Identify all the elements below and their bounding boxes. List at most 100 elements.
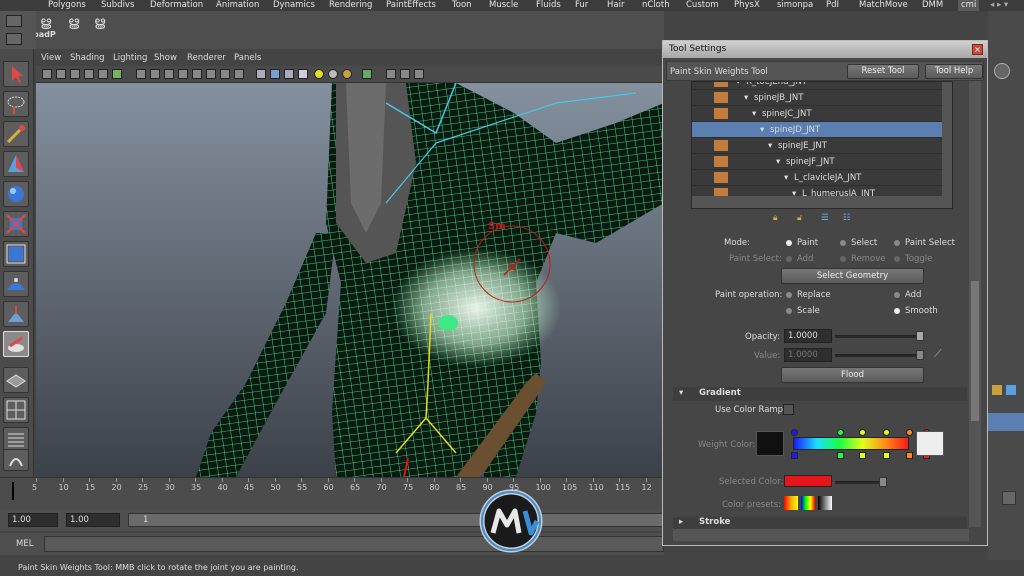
wireframe-icon[interactable] xyxy=(136,69,146,79)
soft-modification-icon[interactable] xyxy=(3,271,29,297)
shelf-scroll-arrows[interactable]: ◂ ▸ ▾ xyxy=(990,0,1008,11)
ramp-key-handle[interactable] xyxy=(859,429,866,436)
expand-arrow-icon[interactable]: ▾ xyxy=(776,154,780,170)
ramp-key-delete[interactable] xyxy=(859,452,866,459)
selected-color-slider-handle[interactable] xyxy=(879,477,887,487)
select-camera-icon[interactable] xyxy=(362,69,372,79)
shelf-tab-custom[interactable]: Custom xyxy=(686,0,719,11)
influence-joint-list[interactable]: ▾ R_toeJEnd_JNT ▾ spineJB_JNT ▾ spineJC_JNT ▾ s… xyxy=(691,81,953,209)
paint-op-smooth-radio[interactable] xyxy=(894,308,900,314)
flat-list-icon[interactable]: ☷ xyxy=(843,213,851,223)
opacity-slider[interactable] xyxy=(835,335,923,338)
selected-layer-row[interactable] xyxy=(988,413,1024,431)
shelf-tab-subdivs[interactable]: Subdivs xyxy=(101,0,134,11)
smooth-shade-icon[interactable] xyxy=(150,69,160,79)
selected-color-swatch[interactable] xyxy=(784,475,832,487)
weight-color-black-swatch[interactable] xyxy=(756,431,784,456)
move-tool-icon[interactable] xyxy=(3,151,29,177)
universal-manipulator-icon[interactable] xyxy=(3,241,29,267)
paint-skin-weights-tool-icon[interactable] xyxy=(3,331,29,357)
frame-all-icon[interactable] xyxy=(414,69,424,79)
high-quality-icon[interactable] xyxy=(270,69,280,79)
joint-list-vscrollbar[interactable] xyxy=(942,82,952,196)
unlock-icon[interactable]: 🔓︎ xyxy=(797,213,803,223)
joint-list-row-selected[interactable]: ▾ spineJD_JNT xyxy=(692,122,942,138)
shelf-tool-icon[interactable]: ൠ xyxy=(94,15,108,30)
current-time-indicator[interactable] xyxy=(12,482,14,500)
channel-box-toggle-icon[interactable] xyxy=(994,63,1010,79)
shelf-tab-rendering[interactable]: Rendering xyxy=(329,0,372,11)
expand-arrow-icon[interactable]: ▾ xyxy=(768,138,772,154)
joint-list-row[interactable]: ▾ R_toeJEnd_JNT xyxy=(692,82,942,90)
expand-arrow-icon[interactable]: ▾ xyxy=(784,170,788,186)
expand-arrow-icon[interactable]: ▾ xyxy=(760,122,764,138)
ramp-key-delete[interactable] xyxy=(791,452,798,459)
shelf-tab-muscle[interactable]: Muscle xyxy=(489,0,518,11)
expand-arrow-icon[interactable]: ▾ xyxy=(744,90,748,106)
range-slider-track[interactable]: 1 xyxy=(128,513,664,527)
shelf-tab-dmm[interactable]: DMM xyxy=(922,0,943,11)
grid-toggle-icon[interactable] xyxy=(98,69,108,79)
gamma-icon[interactable] xyxy=(328,69,338,79)
time-slider[interactable]: 5 10 15 20 25 30 35 40 45 50 55 60 65 70 75 80 85 90 95 100… xyxy=(0,477,664,509)
ramp-key-delete[interactable] xyxy=(883,452,890,459)
opacity-slider-handle[interactable] xyxy=(916,331,924,341)
joint-list-hscrollbar[interactable] xyxy=(692,196,952,208)
show-manipulator-icon[interactable] xyxy=(3,301,29,327)
shelf-tab-polygons[interactable]: Polygons xyxy=(48,0,86,11)
shelf-tab-fur[interactable]: Fur xyxy=(575,0,588,11)
tool-settings-scroll-thumb[interactable] xyxy=(971,281,979,421)
shelf-tab-cmi[interactable]: cmi xyxy=(958,0,980,11)
isolate-select-icon[interactable] xyxy=(256,69,266,79)
ramp-key-handle[interactable] xyxy=(906,429,913,436)
select-tool-icon[interactable] xyxy=(3,61,29,87)
xray-joints-icon[interactable] xyxy=(234,69,244,79)
joint-list-row[interactable]: ▾ spineJE_JNT xyxy=(692,138,942,154)
color-preset-1[interactable] xyxy=(784,496,798,510)
tool-help-button[interactable]: Tool Help xyxy=(925,64,983,79)
command-language-label[interactable]: MEL xyxy=(16,539,33,549)
paint-select-tool-icon[interactable] xyxy=(3,121,29,147)
shadows-icon[interactable] xyxy=(206,69,216,79)
viewport-menu-view[interactable]: View xyxy=(41,51,61,66)
safe-action-icon[interactable] xyxy=(400,69,410,79)
close-icon[interactable]: × xyxy=(972,44,983,55)
weight-color-ramp[interactable] xyxy=(793,437,909,450)
motion-blur-icon[interactable] xyxy=(298,69,308,79)
shelf-tool-icon[interactable]: ൠ xyxy=(40,15,54,30)
expand-arrow-icon[interactable]: ▾ xyxy=(752,106,756,122)
shelf-options-icon[interactable] xyxy=(6,33,22,45)
layout-single-icon[interactable] xyxy=(3,367,29,393)
command-input[interactable] xyxy=(44,536,664,552)
exposure-icon[interactable] xyxy=(342,69,352,79)
layout-four-view-icon[interactable] xyxy=(3,397,29,423)
shelf-tab-simonpa[interactable]: simonpa xyxy=(777,0,813,11)
camera-select-icon[interactable] xyxy=(42,69,52,79)
resolution-gate-icon[interactable] xyxy=(386,69,396,79)
shelf-tab-ncloth[interactable]: nCloth xyxy=(642,0,670,11)
flood-button[interactable]: Flood xyxy=(781,367,924,383)
ramp-key-handle[interactable] xyxy=(837,429,844,436)
opacity-field[interactable]: 1.0000 xyxy=(784,329,832,343)
character-mesh-wireframe[interactable] xyxy=(36,83,664,477)
image-plane-icon[interactable] xyxy=(84,69,94,79)
tool-settings-vscrollbar[interactable] xyxy=(969,81,981,527)
scale-tool-icon[interactable] xyxy=(3,211,29,237)
lock-icon[interactable]: 🔒︎ xyxy=(773,213,778,223)
viewport-menu-renderer[interactable]: Renderer xyxy=(187,51,226,66)
default-light-icon[interactable] xyxy=(314,69,324,79)
ambient-occlusion-icon[interactable] xyxy=(284,69,294,79)
bookmarks-icon[interactable] xyxy=(70,69,80,79)
tool-settings-title-bar[interactable]: Tool Settings × xyxy=(663,41,987,58)
weight-color-white-swatch[interactable] xyxy=(916,431,944,456)
select-geometry-button[interactable]: Select Geometry xyxy=(781,268,924,284)
side-tool-icon[interactable] xyxy=(1002,491,1016,505)
lasso-tool-icon[interactable] xyxy=(3,91,29,117)
sort-list-icon[interactable]: ☰ xyxy=(821,213,829,223)
paint-op-add-radio[interactable] xyxy=(894,292,900,298)
expand-arrow-icon[interactable]: ▾ xyxy=(736,82,740,90)
textured-icon[interactable] xyxy=(178,69,188,79)
paint-select-toggle-radio[interactable] xyxy=(894,256,900,262)
ramp-key-handle[interactable] xyxy=(791,429,798,436)
start-time-field[interactable]: 1.00 xyxy=(8,513,58,527)
